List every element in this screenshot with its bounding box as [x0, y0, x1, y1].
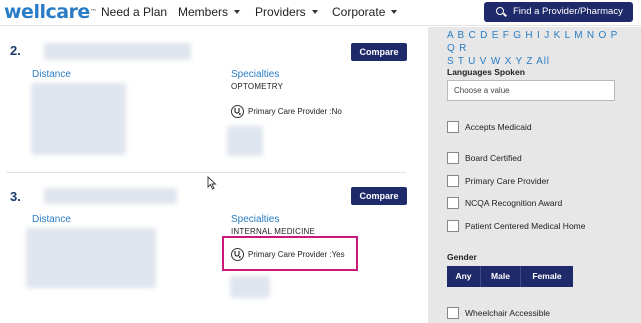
checkbox-label: NCQA Recognition Award	[465, 198, 563, 208]
alphabet-filter[interactable]: A B C D E F G H I J K L M N O P Q R S T …	[447, 29, 627, 68]
checkbox-label: Board Certified	[465, 153, 522, 163]
checkbox-label: Patient Centered Medical Home	[465, 221, 586, 231]
checkbox[interactable]	[447, 307, 459, 319]
chevron-down-icon	[311, 10, 318, 14]
checkbox[interactable]	[447, 197, 459, 209]
nav-members[interactable]: Members	[178, 5, 241, 19]
checkbox[interactable]	[447, 175, 459, 187]
gender-label: Gender	[447, 252, 477, 262]
distance-label: Distance	[32, 69, 71, 80]
checkbox-label: Primary Care Provider	[465, 176, 550, 186]
details-redacted	[227, 126, 263, 156]
checkbox-label: Accepts Medicaid	[465, 122, 532, 132]
checkbox[interactable]	[447, 152, 459, 164]
checkbox[interactable]	[447, 121, 459, 133]
gender-male-button[interactable]: Male	[481, 266, 521, 287]
result-number: 2.	[10, 43, 21, 58]
languages-spoken-label: Languages Spoken	[447, 67, 525, 77]
chevron-down-icon	[391, 10, 398, 14]
provider-name-redacted	[44, 43, 191, 60]
primary-care-provider-status: Primary Care Provider :No	[231, 105, 342, 119]
find-provider-label: Find a Provider/Pharmacy	[513, 6, 623, 17]
address-redacted	[31, 83, 126, 155]
alphabet-letters-row1[interactable]: A B C D E F G H I J K L M N O P Q R	[447, 29, 627, 55]
specialties-label: Specialties	[231, 214, 280, 225]
specialty-value: INTERNAL MEDICINE	[231, 227, 316, 236]
result-divider	[6, 172, 406, 173]
compare-button[interactable]: Compare	[351, 43, 407, 61]
wellcare-logo[interactable]: wellcare™	[4, 1, 97, 23]
specialty-value: OPTOMETRY	[231, 82, 284, 91]
distance-label: Distance	[32, 214, 71, 225]
highlight-box	[222, 236, 358, 271]
find-provider-pharmacy-button[interactable]: Find a Provider/Pharmacy	[484, 2, 633, 22]
checkbox-label: Wheelchair Accessible	[465, 308, 551, 318]
search-icon	[496, 7, 504, 15]
gender-any-button[interactable]: Any	[447, 266, 481, 287]
languages-select[interactable]: Choose a value	[447, 80, 615, 101]
details-redacted	[230, 276, 270, 298]
gender-female-button[interactable]: Female	[521, 266, 573, 287]
mouse-cursor-icon	[207, 176, 217, 190]
provider-name-redacted	[44, 188, 177, 204]
result-number: 3.	[10, 189, 21, 204]
stethoscope-icon	[231, 105, 244, 118]
nav-corporate[interactable]: Corporate	[332, 5, 398, 19]
specialties-label: Specialties	[231, 69, 280, 80]
nav-need-a-plan[interactable]: Need a Plan	[101, 5, 167, 19]
chevron-down-icon	[234, 10, 241, 14]
checkbox[interactable]	[447, 220, 459, 232]
nav-providers[interactable]: Providers	[255, 5, 318, 19]
top-navigation-bar: wellcare™ Need a Plan Members Providers …	[0, 0, 641, 26]
gender-toggle-group: Any Male Female	[447, 266, 573, 287]
compare-button[interactable]: Compare	[351, 187, 407, 205]
address-redacted	[26, 228, 156, 288]
